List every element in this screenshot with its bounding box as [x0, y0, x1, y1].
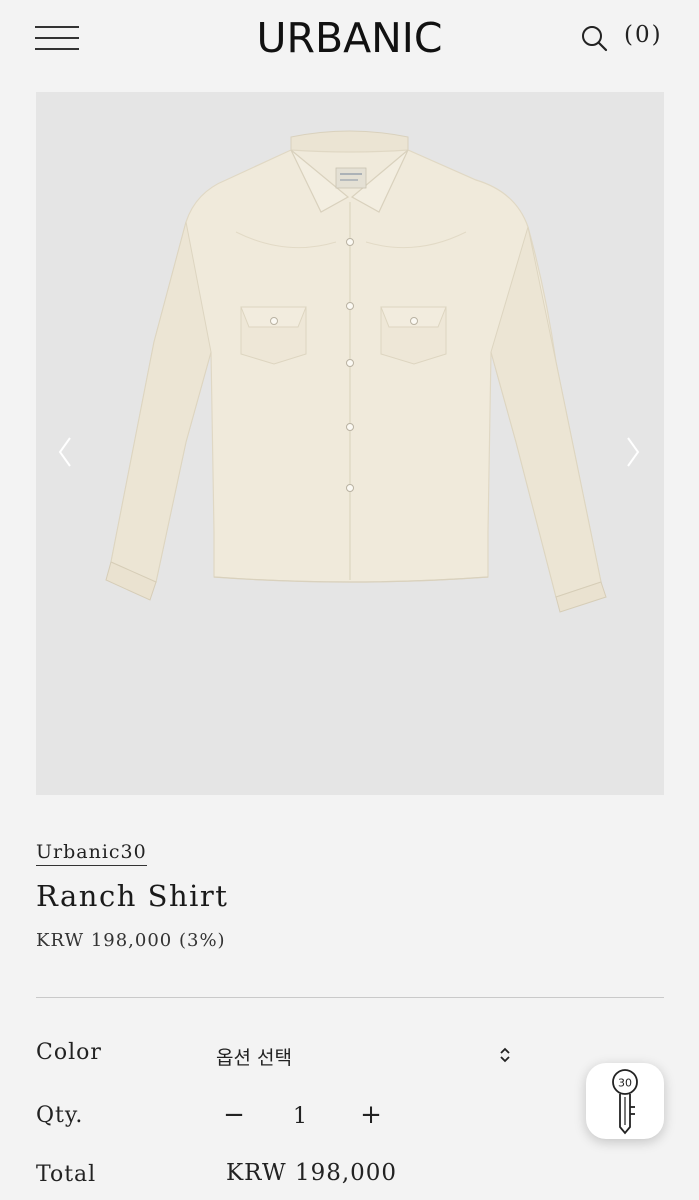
color-select[interactable]: 옵션 선택 — [216, 1040, 516, 1072]
floating-key-button[interactable]: 30 — [586, 1063, 664, 1139]
qty-value[interactable]: 1 — [290, 1104, 310, 1129]
divider — [36, 997, 664, 998]
cart-count[interactable]: (0) — [624, 22, 663, 48]
key-icon: 30 — [612, 1069, 638, 1135]
key-badge: 30 — [618, 1077, 632, 1090]
select-chevron-icon — [498, 1045, 512, 1069]
total-value: KRW 198,000 — [226, 1160, 398, 1186]
product-title: Ranch Shirt — [36, 879, 229, 913]
color-select-value: 옵션 선택 — [216, 1047, 292, 1069]
header: URBANIC (0) — [0, 0, 699, 80]
shirt-image — [105, 130, 607, 613]
brand-link[interactable]: Urbanic30 — [36, 841, 147, 866]
total-label: Total — [36, 1162, 97, 1187]
qty-decrease-button[interactable]: − — [222, 1100, 246, 1134]
chevron-right-icon[interactable] — [622, 432, 642, 472]
qty-label: Qty. — [36, 1103, 84, 1128]
product-image[interactable] — [36, 92, 664, 795]
search-icon[interactable] — [580, 24, 610, 54]
chevron-left-icon[interactable] — [56, 432, 76, 472]
product-price: KRW 198,000 (3%) — [36, 930, 226, 951]
color-label: Color — [36, 1040, 102, 1065]
qty-increase-button[interactable]: + — [358, 1100, 384, 1134]
